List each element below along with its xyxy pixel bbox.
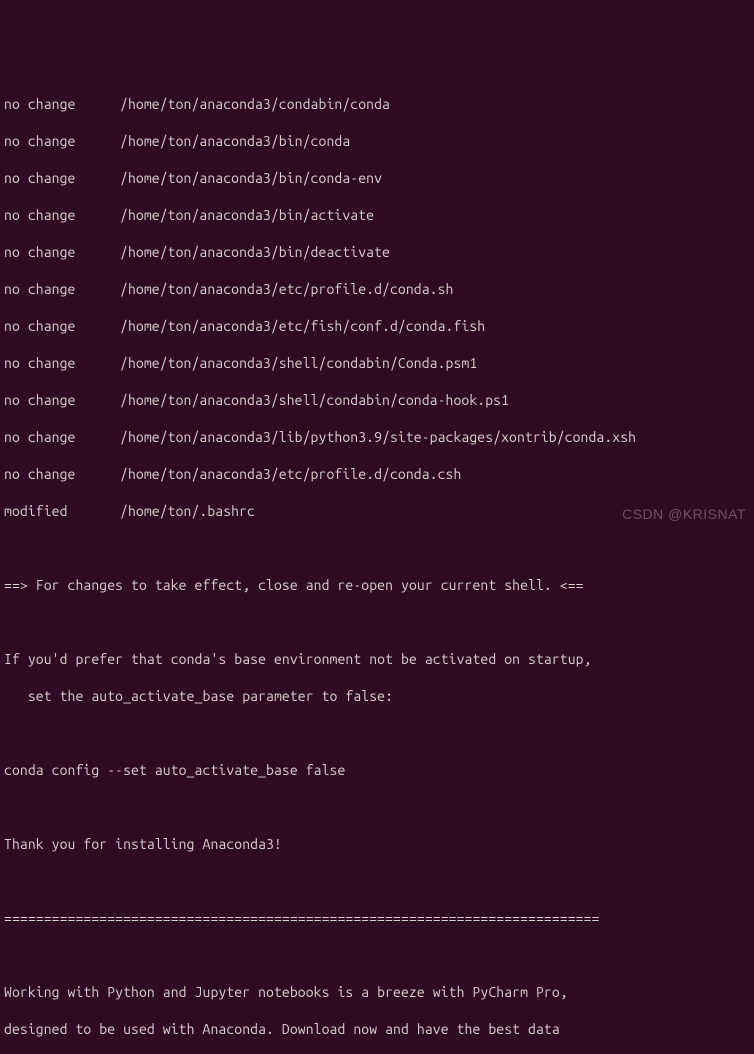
prefer-line-1: If you'd prefer that conda's base enviro… — [4, 650, 750, 669]
status-row: no change/home/ton/anaconda3/lib/python3… — [4, 428, 750, 447]
separator-line: ========================================… — [4, 909, 750, 928]
thanks-line: Thank you for installing Anaconda3! — [4, 835, 750, 854]
status-row: no change/home/ton/anaconda3/bin/activat… — [4, 206, 750, 225]
pycharm-line-1: Working with Python and Jupyter notebook… — [4, 983, 750, 1002]
status-row: no change/home/ton/anaconda3/etc/profile… — [4, 465, 750, 484]
effect-notice: ==> For changes to take effect, close an… — [4, 576, 750, 595]
status-row: no change/home/ton/anaconda3/bin/conda-e… — [4, 169, 750, 188]
terminal-output: no change/home/ton/anaconda3/condabin/co… — [4, 76, 750, 1054]
status-row: no change/home/ton/anaconda3/shell/conda… — [4, 354, 750, 373]
watermark-text: CSDN @KRISNAT — [622, 505, 746, 524]
status-row: no change/home/ton/anaconda3/etc/fish/co… — [4, 317, 750, 336]
prefer-line-2: set the auto_activate_base parameter to … — [4, 687, 750, 706]
status-row: no change/home/ton/anaconda3/bin/conda — [4, 132, 750, 151]
pycharm-line-2: designed to be used with Anaconda. Downl… — [4, 1020, 750, 1039]
status-row: no change/home/ton/anaconda3/etc/profile… — [4, 280, 750, 299]
status-row: no change/home/ton/anaconda3/shell/conda… — [4, 391, 750, 410]
conda-config-cmd: conda config --set auto_activate_base fa… — [4, 761, 750, 780]
status-row: no change/home/ton/anaconda3/bin/deactiv… — [4, 243, 750, 262]
status-row: no change/home/ton/anaconda3/condabin/co… — [4, 95, 750, 114]
